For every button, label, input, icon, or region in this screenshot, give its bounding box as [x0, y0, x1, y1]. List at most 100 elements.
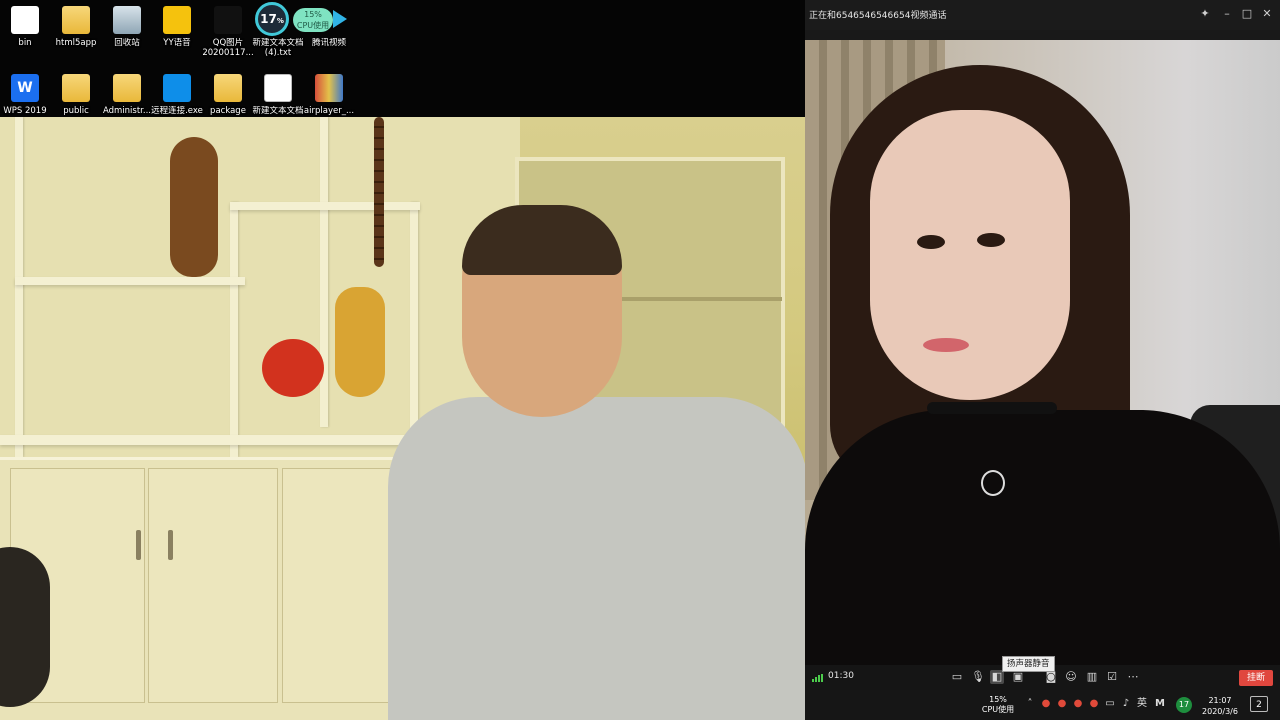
- desktop-icon-text-doc[interactable]: 新建文本文档: [250, 74, 306, 116]
- tray-app-icon[interactable]: ●: [1056, 698, 1068, 710]
- tray-app-icon[interactable]: ●: [1040, 698, 1052, 710]
- remote-person-body: [805, 410, 1280, 665]
- red-cap: [262, 339, 324, 397]
- clock-date: 2020/3/6: [1202, 707, 1238, 716]
- call-titlebar[interactable]: 正在和6546546546654视频通话 ✦ – □ ✕: [805, 0, 1280, 30]
- desktop-icon-label: package: [210, 106, 246, 116]
- shelf-board: [230, 202, 420, 210]
- microphone-icon[interactable]: 🎙: [971, 670, 985, 684]
- shelf-board: [0, 435, 420, 445]
- video-call-window: 正在和6546546546654视频通话 ✦ – □ ✕ 01:30 ▭ 🎙 ◧…: [805, 0, 1280, 690]
- speaker-icon[interactable]: ◧: [990, 670, 1004, 684]
- m-app-icon[interactable]: M: [1154, 698, 1166, 710]
- call-window-title: 正在和6546546546654视频通话: [809, 11, 947, 21]
- desktop-icon-airplayer[interactable]: airplayer_...: [301, 74, 357, 116]
- call-timer: 01:30: [828, 671, 854, 681]
- play-arrow-icon: [333, 10, 347, 28]
- desktop-icon-label: 新建文本文档 (4).txt: [252, 38, 304, 58]
- desktop-icon-recycle-bin[interactable]: 回收站: [99, 6, 155, 48]
- desktop-icon-label: bin: [18, 38, 32, 48]
- desktop-icon-label: 远程连接.exe: [151, 106, 203, 116]
- shelf-post: [410, 202, 418, 432]
- screenshot-icon[interactable]: ◙: [1044, 670, 1058, 684]
- winrar-archive-icon: [315, 74, 343, 102]
- desktop-icon-public[interactable]: public: [48, 74, 104, 116]
- clock-time: 21:07: [1208, 696, 1232, 705]
- cabinet-door: [148, 468, 278, 703]
- desktop-icon-label: airplayer_...: [303, 106, 355, 116]
- shelf-board: [15, 277, 245, 285]
- bin-icon: [11, 6, 39, 34]
- more-icon[interactable]: ⋯: [1126, 670, 1140, 684]
- robot-icon[interactable]: ☺: [1064, 670, 1078, 684]
- choker-necklace: [927, 402, 1057, 414]
- desktop-icon-label: Administr...: [102, 106, 152, 116]
- network-icon[interactable]: ▭: [1104, 698, 1116, 710]
- cpu-ring: 17%: [255, 2, 289, 36]
- desktop-icon-label: public: [63, 106, 89, 116]
- remote-camera-feed: [805, 40, 1280, 665]
- dark-object: [0, 547, 50, 707]
- desktop-icon-remote-connect[interactable]: 远程连接.exe: [149, 74, 205, 116]
- taskbar: 15% CPU使用 ˄ ● ● ● ● ▭ ♪ 英 M 17 21:07 202…: [805, 690, 1280, 720]
- tray-expand-icon[interactable]: ˄: [1024, 698, 1036, 710]
- tray-app-icon[interactable]: ●: [1072, 698, 1084, 710]
- local-person-body: [388, 397, 805, 720]
- text-file-icon: [264, 74, 292, 102]
- close-icon[interactable]: ✕: [1259, 6, 1275, 22]
- hangup-button[interactable]: 挂断: [1239, 670, 1273, 686]
- recycle-bin-icon: [113, 6, 141, 34]
- maximize-icon[interactable]: □: [1239, 6, 1255, 22]
- taskbar-cpu-meter[interactable]: 15% CPU使用: [980, 695, 1016, 715]
- desktop-icon-administrator[interactable]: Administr...: [99, 74, 155, 116]
- desktop-icon-label: 新建文本文档: [252, 106, 304, 116]
- desktop-icon-qq-image[interactable]: QQ图片 20200117...: [200, 6, 256, 58]
- desktop-icon-label: html5app: [55, 38, 97, 48]
- desktop-icon-label: 回收站: [114, 38, 140, 48]
- wps-icon: W: [11, 74, 39, 102]
- tray-app-icon[interactable]: ●: [1088, 698, 1100, 710]
- desktop-icon-yy-voice[interactable]: YY语音: [149, 6, 205, 48]
- cpu-pill-label: CPU使用: [296, 21, 330, 30]
- taskbar-clock[interactable]: 21:07 2020/3/6: [1200, 695, 1240, 717]
- layout-icon[interactable]: ▥: [1085, 670, 1099, 684]
- desktop-icon-label: YY语音: [163, 38, 191, 48]
- cpu-meter-gadget[interactable]: 17% 15% CPU使用: [255, 2, 347, 36]
- desktop-icon-bin[interactable]: bin: [0, 6, 53, 48]
- folder-icon: [62, 6, 90, 34]
- lower-cabinet: [0, 457, 420, 720]
- desktop-icon-html5app[interactable]: html5app: [48, 6, 104, 48]
- volume-icon[interactable]: ♪: [1120, 698, 1132, 710]
- pin-icon[interactable]: ✦: [1197, 6, 1213, 22]
- teamviewer-icon: [163, 74, 191, 102]
- folder-icon: [113, 74, 141, 102]
- desktop-icon-wps[interactable]: W WPS 2019: [0, 74, 53, 116]
- taskbar-cpu-label: CPU使用: [981, 705, 1015, 714]
- desktop-icon-label: 腾讯视频: [311, 38, 346, 48]
- cpu-pill-percent: 15%: [304, 10, 322, 19]
- remote-person-eye: [917, 235, 945, 249]
- desktop-icon-label: QQ图片 20200117...: [202, 38, 254, 58]
- desktop: bin html5app 回收站 YY语音 QQ图片 20200117... 新…: [0, 0, 805, 720]
- gourd: [335, 287, 385, 397]
- remote-person-eye: [977, 233, 1005, 247]
- taskbar-cpu-percent: 15%: [989, 695, 1007, 704]
- cabinet-handle: [136, 530, 141, 560]
- violin: [170, 137, 218, 277]
- local-camera-feed: [0, 117, 805, 720]
- screen: bin html5app 回收站 YY语音 QQ图片 20200117... 新…: [0, 0, 1280, 720]
- tray-badge[interactable]: 17: [1176, 697, 1192, 713]
- desktop-icon-package[interactable]: package: [200, 74, 256, 116]
- yy-voice-icon: [163, 6, 191, 34]
- ime-indicator[interactable]: 英: [1136, 698, 1148, 710]
- camera-icon[interactable]: ▣: [1011, 670, 1025, 684]
- shelf-post: [320, 117, 328, 427]
- notification-center-button[interactable]: 2: [1250, 696, 1268, 712]
- minimize-icon[interactable]: –: [1219, 6, 1235, 22]
- shelf-post: [230, 202, 238, 457]
- folder-icon: [62, 74, 90, 102]
- chat-icon[interactable]: ▭: [950, 670, 964, 684]
- signal-strength-icon: [812, 674, 824, 682]
- edit-icon[interactable]: ☑: [1105, 670, 1119, 684]
- remote-person-face: [870, 110, 1070, 400]
